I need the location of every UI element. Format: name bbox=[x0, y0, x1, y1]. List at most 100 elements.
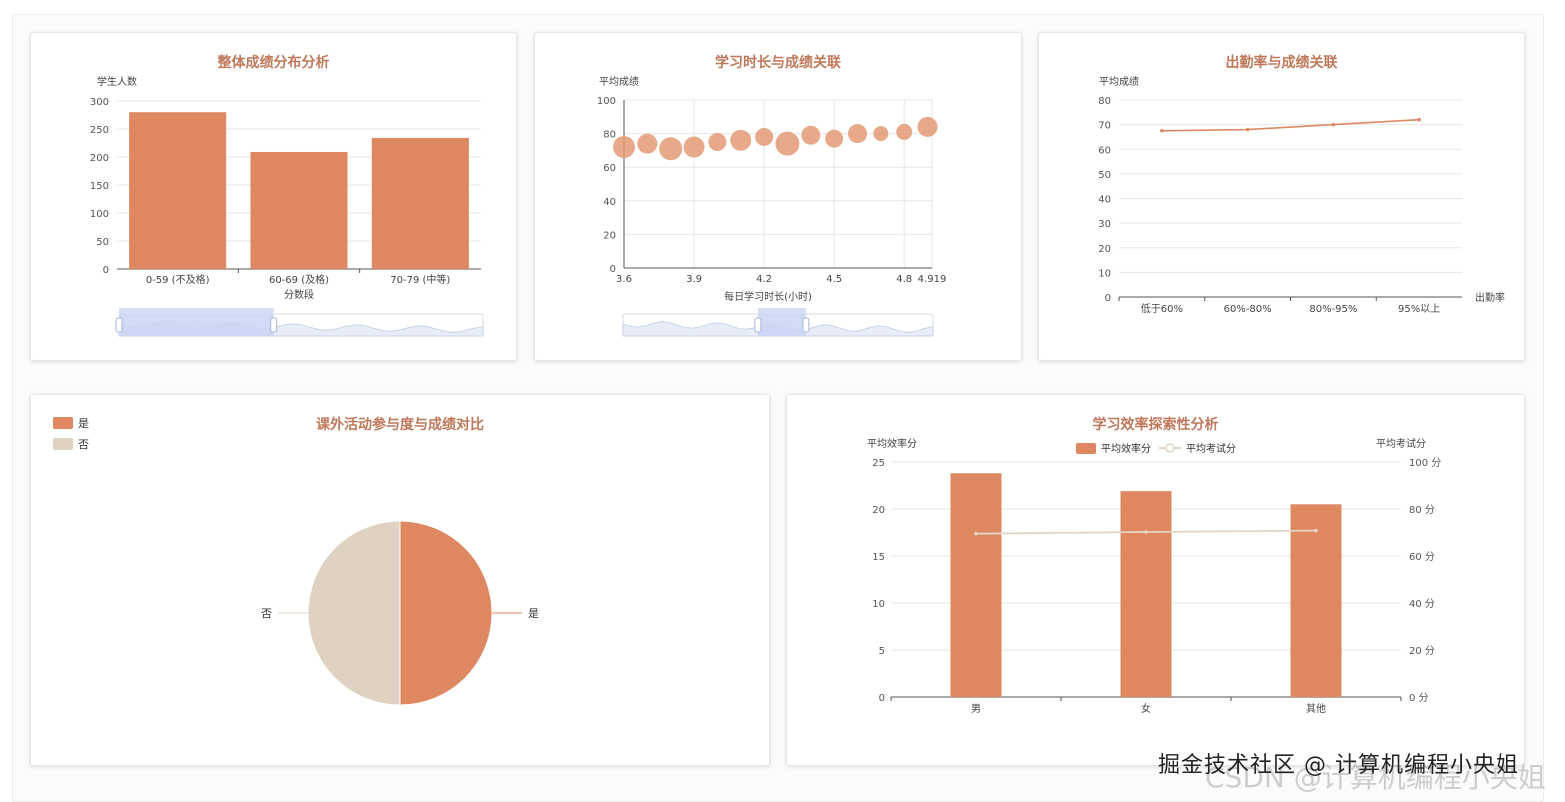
y-tick-label: 20 bbox=[603, 230, 616, 241]
y-tick-label: 30 bbox=[1098, 219, 1111, 230]
x-tick-label: 0-59 (不及格) bbox=[146, 273, 210, 286]
chart-title: 课外活动参与度与成绩对比 bbox=[316, 416, 484, 433]
scatter-point[interactable] bbox=[848, 124, 868, 144]
bar[interactable] bbox=[129, 112, 227, 269]
zoom-slider-selection[interactable] bbox=[119, 314, 274, 336]
x-tick-label: 女 bbox=[1141, 702, 1151, 715]
y-tick-label: 60 bbox=[603, 163, 616, 174]
zoom-slider-move-bar[interactable] bbox=[757, 308, 806, 314]
zoom-slider-right-handle[interactable] bbox=[802, 317, 810, 333]
slice-label: 是 bbox=[528, 607, 539, 620]
y-tick-label: 300 bbox=[90, 97, 109, 108]
y-tick-label: 250 bbox=[90, 125, 109, 136]
x-tick-label: 3.6 bbox=[616, 274, 632, 285]
line-point[interactable] bbox=[1144, 530, 1148, 534]
y-tick-label: 0 bbox=[879, 693, 885, 704]
scatter-point[interactable] bbox=[637, 133, 658, 154]
x-tick-label: 4.5 bbox=[826, 274, 842, 285]
y-tick-label: 100 bbox=[597, 96, 616, 107]
y-tick-label: 200 bbox=[90, 153, 109, 164]
study-hours-chart: 学习时长与成绩关联平均成绩 0 20 40 60 80 100 3.6 3.9 4.2 4.5 4.8… bbox=[597, 54, 947, 337]
score-distribution-card: 整体成绩分布分析 学生人数 0 50 100 150 200 250 300 0-59 (不及格)… bbox=[30, 32, 517, 361]
zoom-slider-left-handle[interactable] bbox=[115, 317, 123, 333]
y2-tick-label: 0 分 bbox=[1409, 692, 1429, 704]
chart-title: 学习效率探索性分析 bbox=[1093, 416, 1219, 433]
y2-axis-label: 平均考试分 bbox=[1376, 437, 1426, 450]
bar[interactable] bbox=[371, 137, 469, 269]
score-distribution-chart: 整体成绩分布分析学生人数 0 50 100 150 200 250 300 0-59 (不及格)… bbox=[90, 54, 484, 337]
line-point[interactable] bbox=[1331, 122, 1336, 127]
bar[interactable] bbox=[1120, 491, 1172, 697]
zoom-slider-selection[interactable] bbox=[757, 314, 806, 336]
y-tick-label: 60 bbox=[1098, 145, 1111, 156]
y-tick-label: 100 bbox=[90, 209, 109, 220]
pie-slice[interactable] bbox=[307, 520, 401, 706]
pie-slice[interactable] bbox=[399, 520, 493, 706]
legend-swatch[interactable] bbox=[53, 417, 73, 429]
legend-swatch[interactable] bbox=[53, 438, 73, 450]
legend-label: 是 bbox=[78, 417, 89, 430]
activities-chart: 课外活动参与度与成绩对比是否是否 bbox=[53, 416, 539, 706]
scatter-point[interactable] bbox=[917, 116, 938, 137]
scatter-point[interactable] bbox=[683, 136, 705, 158]
x-tick-label: 80%-95% bbox=[1309, 304, 1357, 315]
bar[interactable] bbox=[950, 473, 1002, 697]
y-tick-label: 50 bbox=[1098, 170, 1111, 181]
scatter-point[interactable] bbox=[801, 125, 821, 145]
y-tick-label: 80 bbox=[1098, 96, 1111, 107]
y-tick-label: 50 bbox=[96, 237, 109, 248]
y-tick-label: 20 bbox=[872, 505, 885, 516]
x-axis-label: 每日学习时长(小时) bbox=[724, 290, 812, 303]
y-tick-label: 0 bbox=[1105, 293, 1111, 304]
y-tick-label: 80 bbox=[603, 130, 616, 141]
y2-tick-label: 40 分 bbox=[1409, 598, 1435, 610]
line-point[interactable] bbox=[1314, 528, 1318, 533]
scatter-point[interactable] bbox=[775, 131, 800, 156]
y-tick-label: 70 bbox=[1098, 121, 1111, 132]
scatter-point[interactable] bbox=[825, 129, 844, 148]
chart-title: 学习时长与成绩关联 bbox=[715, 54, 842, 71]
x-tick-label: 3.9 bbox=[686, 274, 702, 285]
zoom-slider-left-handle[interactable] bbox=[754, 317, 762, 333]
line-point[interactable] bbox=[974, 531, 978, 536]
legend-swatch[interactable] bbox=[1076, 443, 1096, 454]
bar[interactable] bbox=[1290, 504, 1342, 697]
scatter-point[interactable] bbox=[755, 127, 774, 146]
legend-marker[interactable] bbox=[1165, 443, 1175, 453]
y2-tick-label: 20 分 bbox=[1409, 645, 1435, 657]
y2-tick-label: 100 分 bbox=[1409, 457, 1441, 469]
line-point[interactable] bbox=[1417, 117, 1421, 122]
legend-label: 平均效率分 bbox=[1101, 442, 1151, 455]
x-tick-label: 60%-80% bbox=[1224, 304, 1272, 315]
y-axis-label: 平均效率分 bbox=[867, 437, 917, 450]
x-tick-label: 其他 bbox=[1306, 702, 1326, 715]
y-tick-label: 0 bbox=[610, 264, 616, 275]
x-tick-label: 4.2 bbox=[756, 274, 772, 285]
scatter-point[interactable] bbox=[896, 123, 913, 140]
scatter-point[interactable] bbox=[708, 133, 727, 151]
x-tick-label: 60-69 (及格) bbox=[269, 273, 329, 286]
x-tick-label: 4.919 bbox=[918, 274, 947, 285]
slice-label: 否 bbox=[261, 607, 272, 620]
scatter-point[interactable] bbox=[873, 126, 889, 142]
line-point[interactable] bbox=[1245, 127, 1250, 132]
zoom-slider-move-bar[interactable] bbox=[119, 308, 274, 314]
chart-title: 出勤率与成绩关联 bbox=[1226, 54, 1339, 71]
x-tick-label: 男 bbox=[971, 703, 981, 715]
x-tick-label: 70-79 (中等) bbox=[390, 273, 450, 286]
scatter-point[interactable] bbox=[730, 129, 752, 151]
y-tick-label: 5 bbox=[879, 646, 885, 657]
attendance-card: 出勤率与成绩关联 平均成绩 0 10 20 30 40 50 60 70 80 低于60% 60%-80… bbox=[1038, 32, 1525, 361]
scatter-point[interactable] bbox=[659, 137, 683, 161]
watermark: 掘金技术社区 @ 计算机编程小央姐 bbox=[1158, 753, 1519, 778]
line-point[interactable] bbox=[1160, 128, 1164, 133]
y-tick-label: 15 bbox=[872, 552, 885, 563]
series-line bbox=[1161, 118, 1420, 132]
bar[interactable] bbox=[250, 151, 348, 269]
scatter-point[interactable] bbox=[613, 136, 635, 159]
zoom-slider-right-handle[interactable] bbox=[270, 317, 278, 333]
y-tick-label: 40 bbox=[1098, 195, 1111, 206]
legend-label: 平均考试分 bbox=[1186, 442, 1236, 455]
chart-title: 整体成绩分布分析 bbox=[217, 54, 330, 71]
y-tick-label: 20 bbox=[1098, 244, 1111, 255]
